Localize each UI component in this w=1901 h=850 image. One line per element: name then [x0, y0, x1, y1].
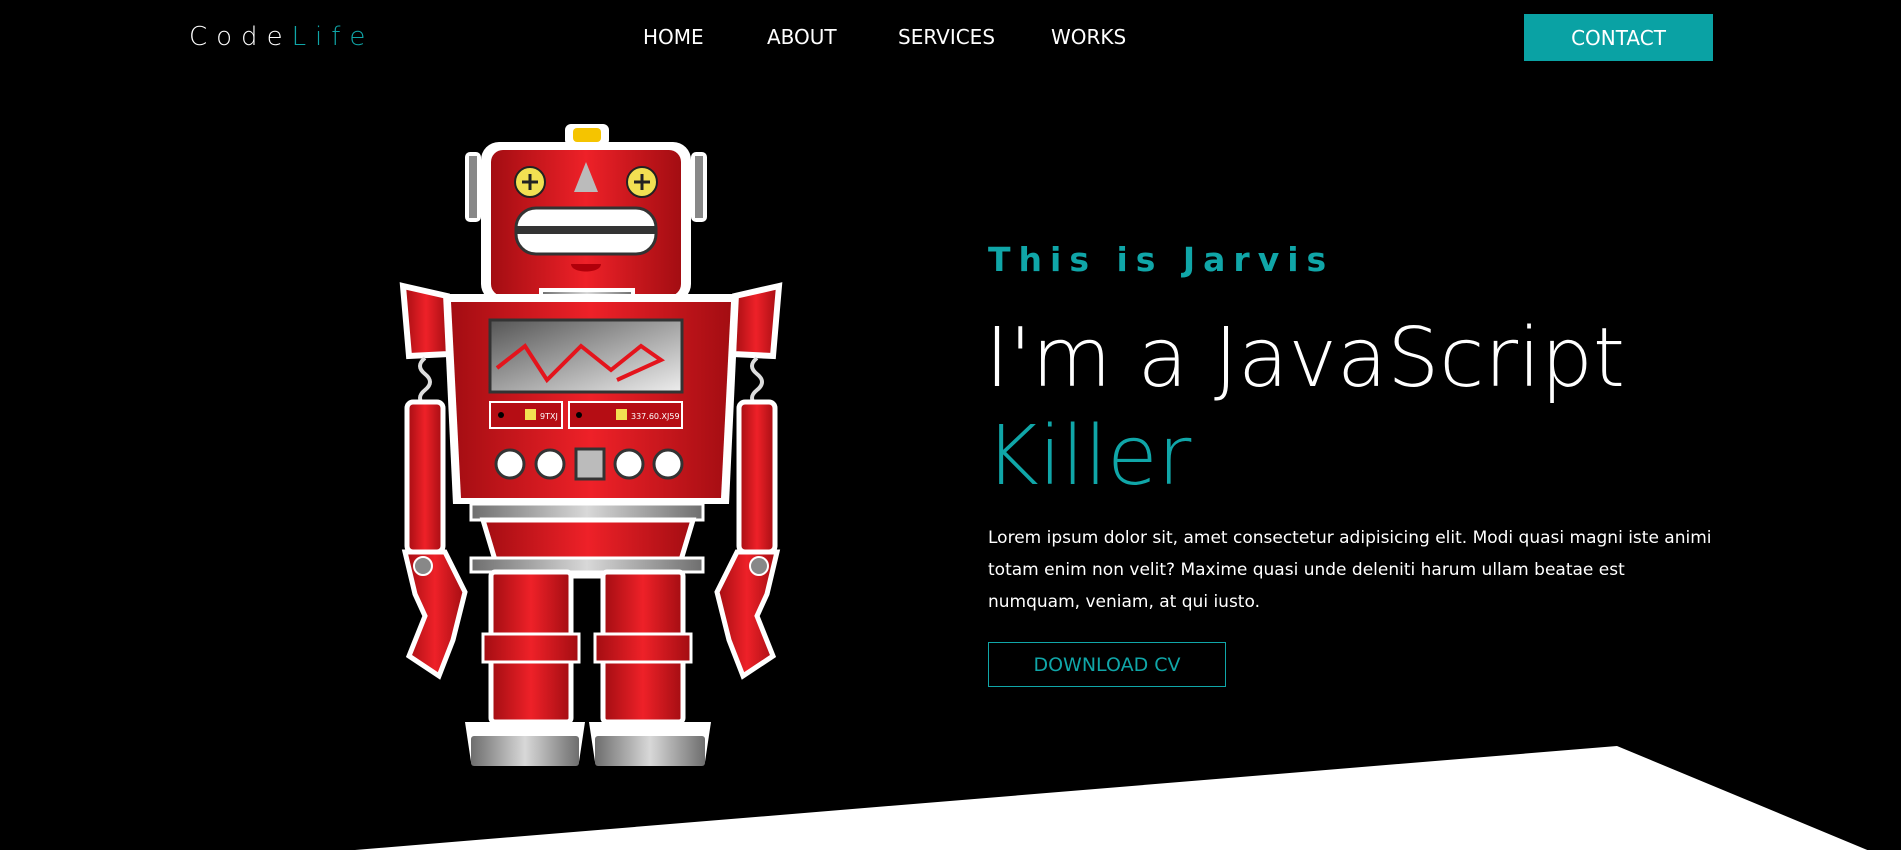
- hero-headline-line2: Killer: [985, 409, 1192, 504]
- brand-logo-part1: Code: [189, 22, 292, 52]
- hero-description: Lorem ipsum dolor sit, amet consectetur …: [988, 528, 1712, 612]
- robot-illustration: 9TXJ 337.60.XJ59: [399, 124, 783, 766]
- nav-services[interactable]: SERVICES: [898, 25, 995, 49]
- hero-headline: I'm a JavaScript Killer: [985, 310, 1625, 506]
- contact-button[interactable]: CONTACT: [1524, 14, 1713, 61]
- brand-logo-part2: Life: [291, 22, 375, 52]
- nav-works[interactable]: WORKS: [1051, 25, 1126, 49]
- brand-logo[interactable]: CodeLife: [189, 22, 374, 52]
- nav-about[interactable]: ABOUT: [767, 25, 837, 49]
- robot-panel-right-text: 337.60.XJ59: [631, 412, 680, 421]
- hero-tagline: This is Jarvis: [988, 240, 1335, 279]
- robot-panel-left-text: 9TXJ: [540, 412, 558, 421]
- hero-headline-line1: I'm a JavaScript: [985, 311, 1626, 406]
- download-cv-button[interactable]: DOWNLOAD CV: [988, 642, 1226, 687]
- nav-home[interactable]: HOME: [643, 25, 704, 49]
